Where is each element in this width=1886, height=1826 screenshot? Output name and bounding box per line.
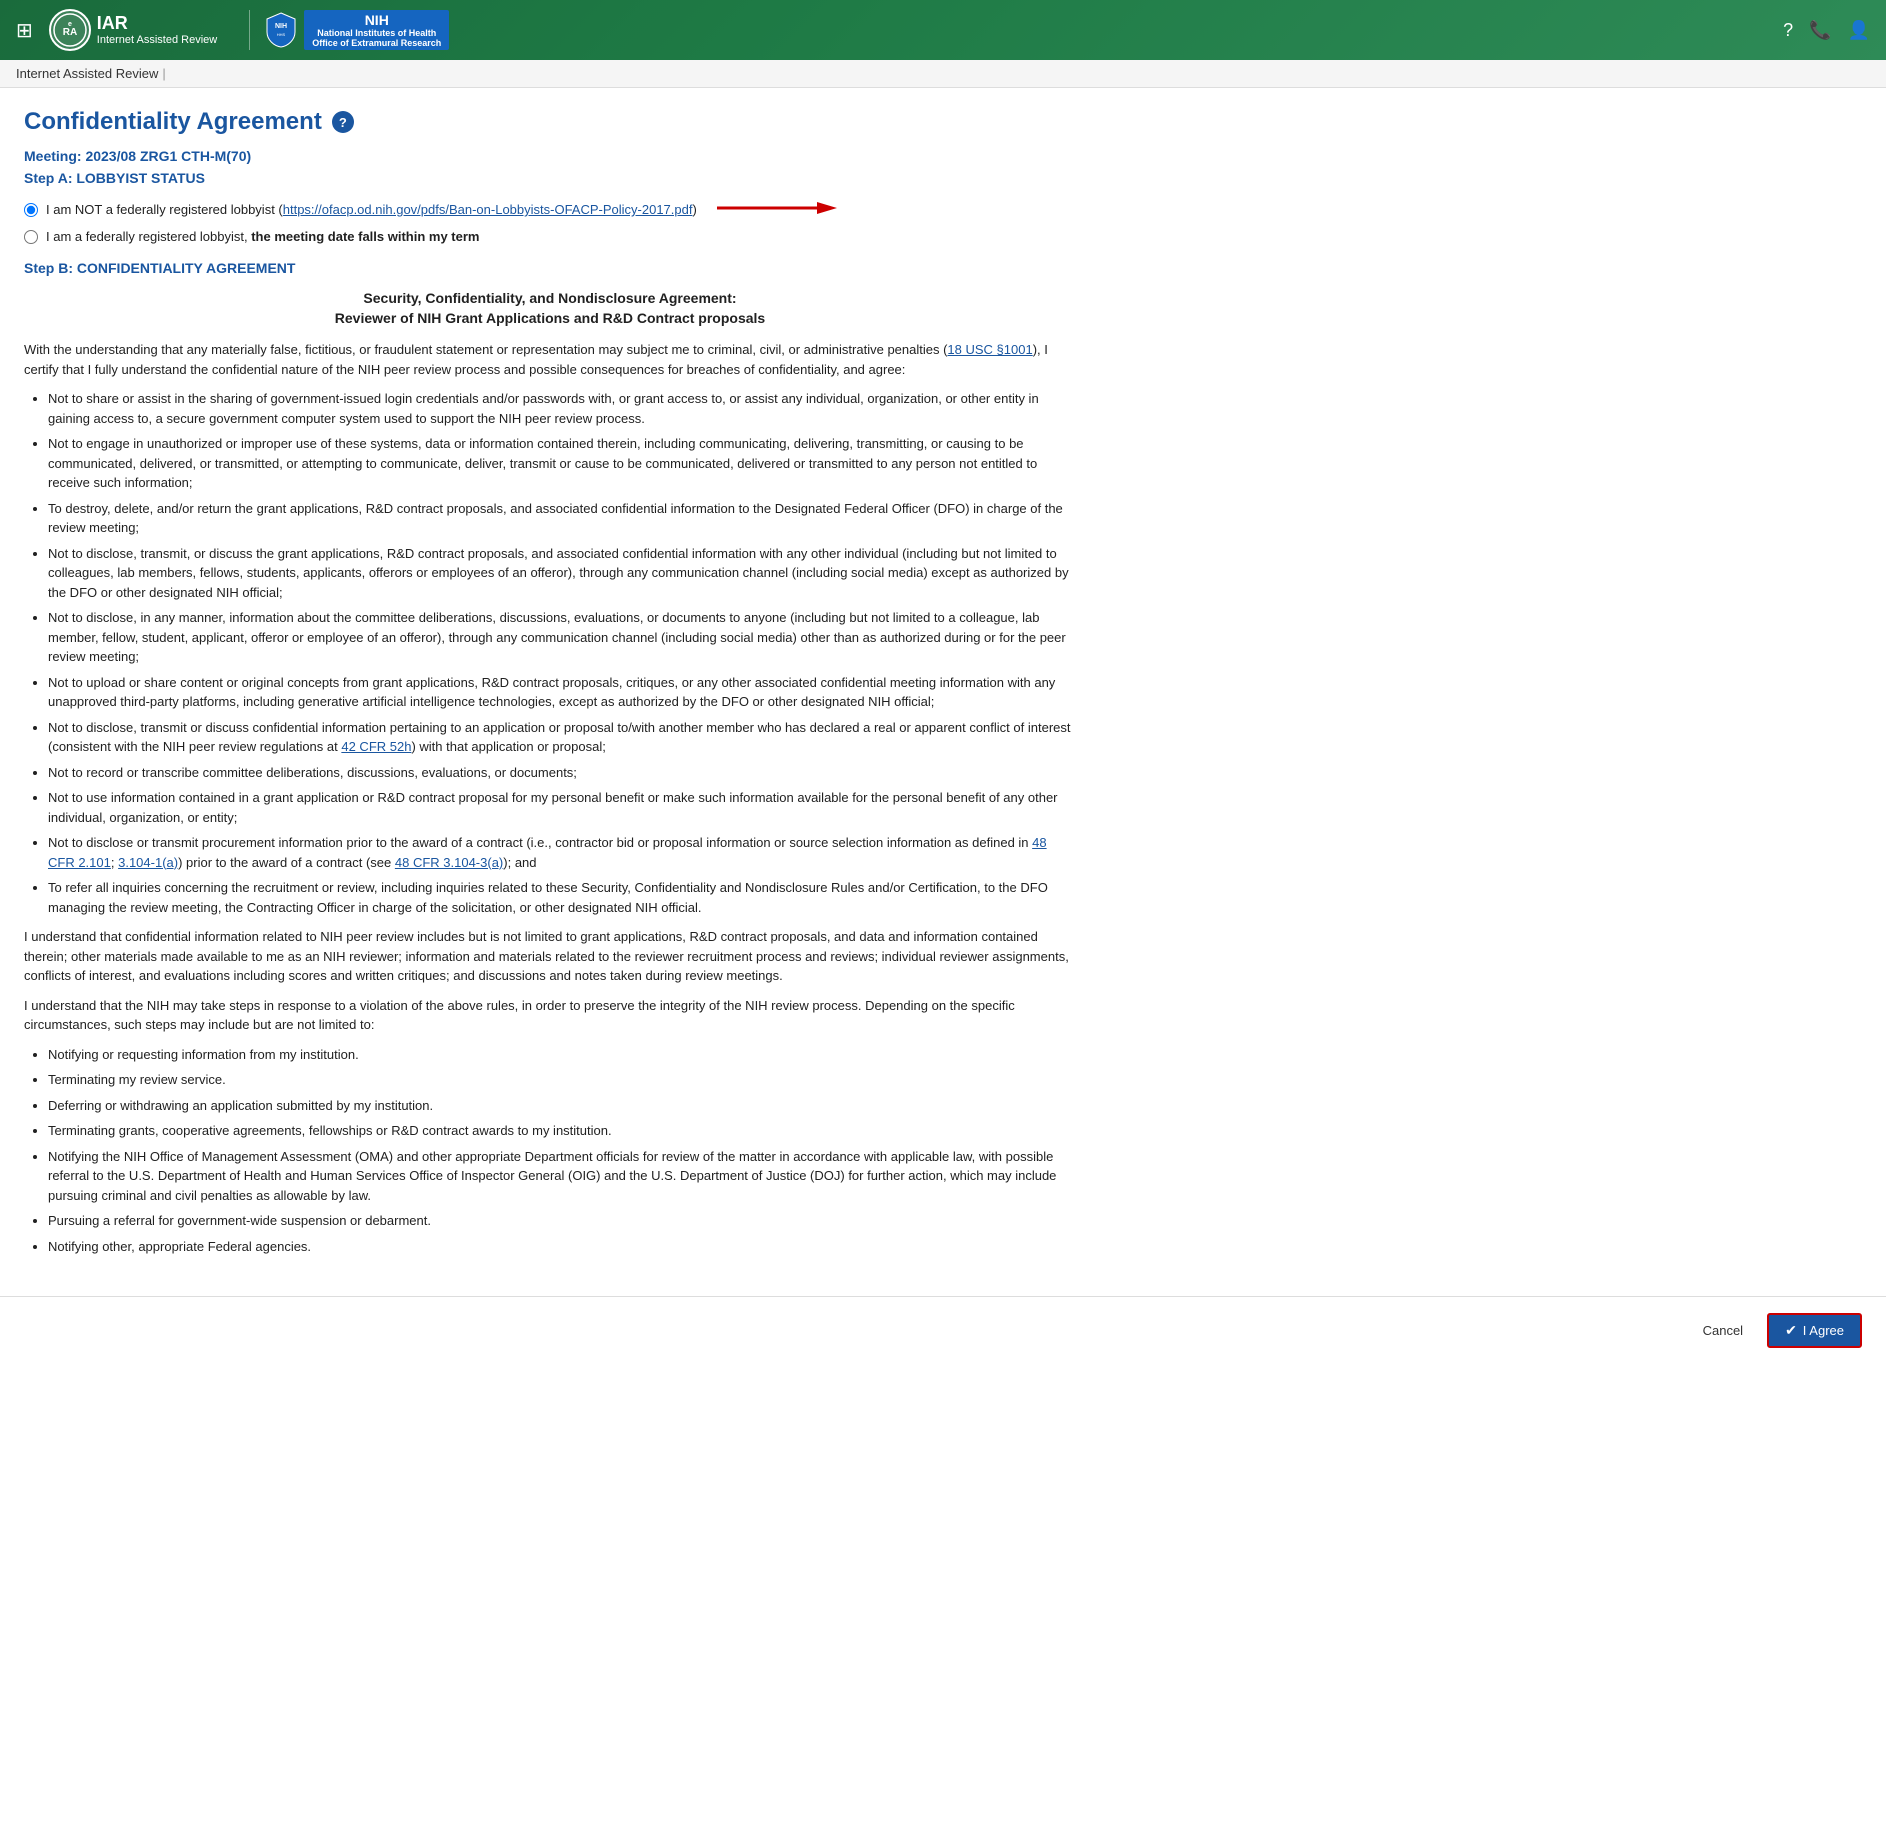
usc-link[interactable]: 18 USC §1001 <box>947 342 1032 357</box>
apps-grid-icon[interactable]: ⊞ <box>16 18 33 43</box>
agreement-title-1: Security, Confidentiality, and Nondisclo… <box>24 290 1076 306</box>
agreement-bullet-list-1: Not to share or assist in the sharing of… <box>48 389 1076 917</box>
not-lobbyist-radio[interactable] <box>24 203 38 217</box>
nih-text-badge: NIH National Institutes of Health Office… <box>304 10 449 50</box>
help-icon[interactable]: ? <box>1783 20 1793 41</box>
era-logo: e RA IAR Internet Assisted Review <box>49 9 217 51</box>
step-a-label: Step A: LOBBYIST STATUS <box>24 170 1076 186</box>
bullet2-item-5: Notifying the NIH Office of Management A… <box>48 1147 1076 1206</box>
meeting-info: Meeting: 2023/08 ZRG1 CTH-M(70) <box>24 148 1076 164</box>
bullet-item-9: Not to use information contained in a gr… <box>48 788 1076 827</box>
understanding-para-1: I understand that confidential informati… <box>24 927 1076 986</box>
bullet-item-2: Not to engage in unauthorized or imprope… <box>48 434 1076 493</box>
svg-text:HHS: HHS <box>277 32 286 37</box>
nih-acronym: NIH <box>365 12 389 28</box>
nih-full-name: National Institutes of Health <box>317 28 436 38</box>
cancel-button[interactable]: Cancel <box>1691 1317 1755 1344</box>
agree-button[interactable]: ✔ I Agree <box>1767 1313 1862 1348</box>
user-icon[interactable]: 👤 <box>1848 20 1870 41</box>
breadcrumb: Internet Assisted Review | <box>0 60 1886 88</box>
page-title-container: Confidentiality Agreement ? <box>24 108 1076 136</box>
bullet2-item-7: Notifying other, appropriate Federal age… <box>48 1237 1076 1257</box>
bullet2-item-2: Terminating my review service. <box>48 1070 1076 1090</box>
bullet2-item-3: Deferring or withdrawing an application … <box>48 1096 1076 1116</box>
lobbyist-policy-link[interactable]: https://ofacp.od.nih.gov/pdfs/Ban-on-Lob… <box>283 202 693 217</box>
step-b-label: Step B: CONFIDENTIALITY AGREEMENT <box>24 260 1076 276</box>
era-circle-logo: e RA <box>49 9 91 51</box>
is-lobbyist-label: I am a federally registered lobbyist, th… <box>46 229 480 244</box>
agree-label: I Agree <box>1803 1323 1844 1338</box>
bullet-item-11: To refer all inquiries concerning the re… <box>48 878 1076 917</box>
bullet2-item-1: Notifying or requesting information from… <box>48 1045 1076 1065</box>
agreement-bullet-list-2: Notifying or requesting information from… <box>48 1045 1076 1257</box>
check-icon: ✔ <box>1785 1322 1797 1339</box>
intro-paragraph: With the understanding that any material… <box>24 340 1076 379</box>
bullet-item-1: Not to share or assist in the sharing of… <box>48 389 1076 428</box>
iar-full-name: Internet Assisted Review <box>97 34 217 46</box>
radio-row-not-lobbyist: I am NOT a federally registered lobbyist… <box>24 196 1076 223</box>
breadcrumb-separator: | <box>162 66 165 81</box>
main-content: Confidentiality Agreement ? Meeting: 202… <box>0 88 1100 1286</box>
app-header: ⊞ e RA IAR Internet Assisted Review NIH … <box>0 0 1886 60</box>
cfr-3104-3a-link[interactable]: 48 CFR 3.104-3(a) <box>395 855 503 870</box>
lobbyist-term-bold: the meeting date falls within my term <box>251 229 479 244</box>
radio-row-lobbyist: I am a federally registered lobbyist, th… <box>24 229 1076 244</box>
agreement-body: With the understanding that any material… <box>24 340 1076 1256</box>
bullet2-item-6: Pursuing a referral for government-wide … <box>48 1211 1076 1231</box>
header-right: ? 📞 👤 <box>1783 20 1870 41</box>
bullet-item-4: Not to disclose, transmit, or discuss th… <box>48 544 1076 603</box>
phone-icon[interactable]: 📞 <box>1809 20 1831 41</box>
lobbyist-radio-group: I am NOT a federally registered lobbyist… <box>24 196 1076 244</box>
bullet2-item-4: Terminating grants, cooperative agreemen… <box>48 1121 1076 1141</box>
page-title-text: Confidentiality Agreement <box>24 108 322 136</box>
arrow-annotation <box>717 196 837 223</box>
nih-shield-icon: NIH HHS <box>266 12 296 48</box>
cfr-3104-link[interactable]: 3.104-1(a) <box>118 855 178 870</box>
cfr-2101-link[interactable]: 48 CFR 2.101 <box>48 835 1047 870</box>
nih-office: Office of Extramural Research <box>312 38 441 48</box>
header-left: ⊞ e RA IAR Internet Assisted Review NIH … <box>16 9 449 51</box>
bullet-item-10: Not to disclose or transmit procurement … <box>48 833 1076 872</box>
is-lobbyist-radio[interactable] <box>24 230 38 244</box>
bullet-item-5: Not to disclose, in any manner, informat… <box>48 608 1076 667</box>
not-lobbyist-label: I am NOT a federally registered lobbyist… <box>46 202 697 217</box>
understanding-para-2: I understand that the NIH may take steps… <box>24 996 1076 1035</box>
title-help-button[interactable]: ? <box>332 111 354 133</box>
svg-text:RA: RA <box>63 27 77 38</box>
agreement-box: Security, Confidentiality, and Nondisclo… <box>24 290 1076 1256</box>
bullet-item-6: Not to upload or share content or origin… <box>48 673 1076 712</box>
iar-logo-text: IAR Internet Assisted Review <box>97 14 217 46</box>
svg-text:NIH: NIH <box>275 23 287 30</box>
footer-actions: Cancel ✔ I Agree <box>0 1296 1886 1364</box>
agreement-title-2: Reviewer of NIH Grant Applications and R… <box>24 310 1076 326</box>
iar-acronym: IAR <box>97 14 217 34</box>
bullet-item-3: To destroy, delete, and/or return the gr… <box>48 499 1076 538</box>
breadcrumb-item-1[interactable]: Internet Assisted Review <box>16 66 158 81</box>
red-arrow-graphic <box>717 196 837 220</box>
bullet-item-7: Not to disclose, transmit or discuss con… <box>48 718 1076 757</box>
nih-logo: NIH HHS NIH National Institutes of Healt… <box>249 10 449 50</box>
bullet-item-8: Not to record or transcribe committee de… <box>48 763 1076 783</box>
cfr-52h-link[interactable]: 42 CFR 52h <box>341 739 411 754</box>
